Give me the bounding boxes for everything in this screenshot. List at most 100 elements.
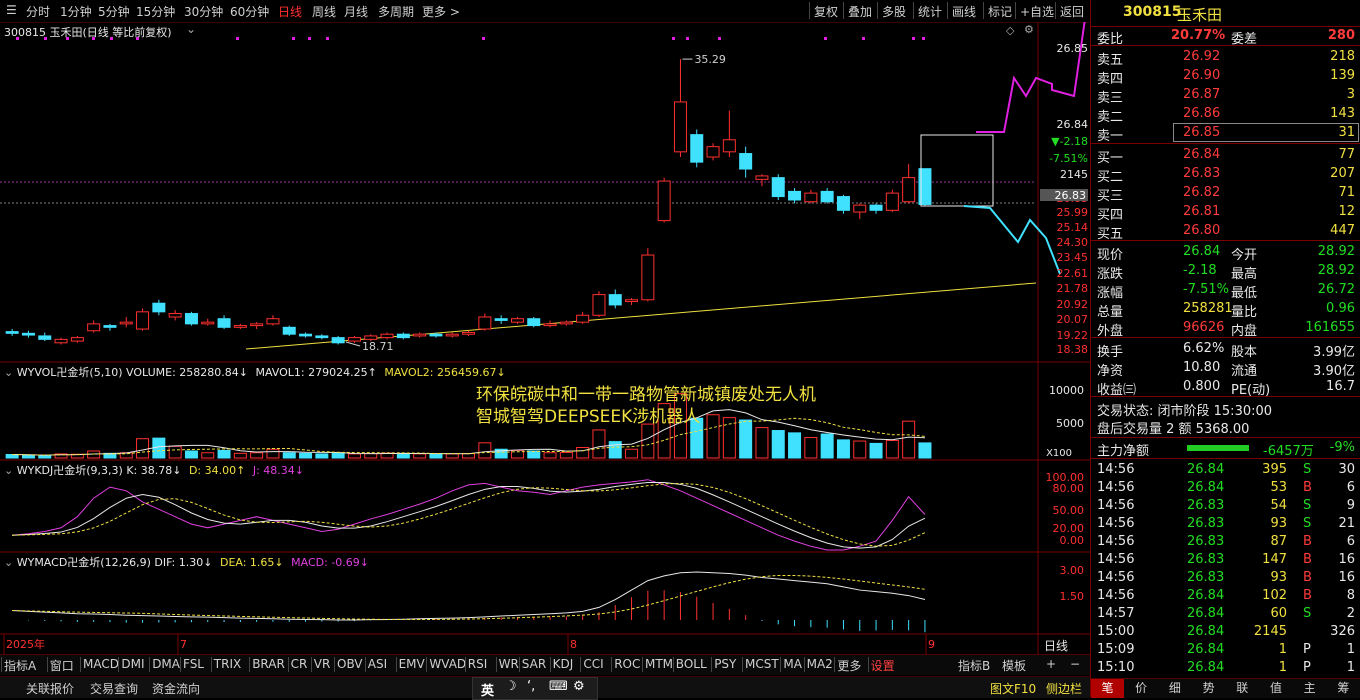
detail-tab[interactable]: 值 (1260, 679, 1293, 698)
candle[interactable] (299, 332, 313, 338)
indicator-tab[interactable]: SAR (522, 657, 546, 675)
candle[interactable] (902, 163, 916, 204)
indicator-right-button[interactable]: − (1070, 657, 1080, 675)
fund-flow-button[interactable]: 资金流向 (152, 680, 200, 697)
period-tab[interactable]: 60分钟 (230, 3, 269, 20)
candle[interactable] (673, 59, 687, 157)
candle[interactable] (657, 177, 671, 223)
candle[interactable] (755, 174, 769, 187)
period-tab[interactable]: 更多 > (422, 3, 460, 20)
candle[interactable] (722, 110, 736, 157)
indicator-tab[interactable]: 窗口 (50, 657, 74, 675)
indicator-right-button[interactable]: 指标B (958, 657, 990, 675)
candle[interactable] (87, 320, 101, 333)
candle[interactable] (331, 335, 345, 345)
candle[interactable] (119, 316, 133, 328)
candle[interactable] (70, 335, 84, 343)
indicator-tab[interactable]: 更多 (837, 657, 861, 675)
candle[interactable] (168, 310, 182, 321)
candle[interactable] (413, 332, 427, 338)
candle[interactable] (136, 308, 150, 331)
candle[interactable] (282, 325, 296, 336)
candle[interactable] (641, 248, 655, 302)
toolbar-action-button[interactable]: 标记 (988, 3, 1012, 20)
candle[interactable] (625, 298, 639, 305)
period-tab[interactable]: 30分钟 (184, 3, 223, 20)
indicator-tab[interactable]: OBV (337, 657, 363, 675)
punctuation-icon[interactable]: ‘, (527, 679, 535, 694)
period-tab[interactable]: 日线 (278, 3, 302, 20)
candle[interactable] (445, 332, 459, 338)
indicator-tab[interactable]: KDJ (553, 657, 574, 675)
candle[interactable] (527, 316, 541, 328)
indicator-tab[interactable]: RSI (468, 657, 488, 675)
candle[interactable] (543, 320, 557, 328)
candle[interactable] (21, 330, 35, 338)
detail-tab[interactable]: 主 (1293, 679, 1326, 698)
candle[interactable] (250, 322, 264, 330)
candle[interactable] (380, 332, 394, 340)
indicator-tab[interactable]: EMV (399, 657, 425, 675)
candle[interactable] (315, 334, 329, 340)
indicator-tab[interactable]: FSL (183, 657, 204, 675)
candle[interactable] (820, 187, 834, 204)
candle[interactable] (836, 194, 850, 214)
sidebar-button[interactable]: 侧边栏 (1046, 680, 1082, 697)
indicator-tab[interactable]: DMI (121, 657, 144, 675)
candle[interactable] (396, 332, 410, 340)
indicator-tab[interactable]: ROC (614, 657, 640, 675)
indicator-tab[interactable]: WVAD (429, 657, 466, 675)
indicator-right-button[interactable]: 模板 (1002, 657, 1026, 675)
candle[interactable] (347, 335, 361, 343)
drawn-projection-up[interactable] (976, 22, 1086, 133)
toolbar-action-button[interactable]: 叠加 (848, 3, 872, 20)
keyboard-icon[interactable]: ⌨ (549, 679, 568, 694)
detail-tab[interactable]: 价 (1125, 679, 1158, 698)
candle[interactable] (690, 129, 704, 168)
toolbar-action-button[interactable]: 多股 (882, 3, 906, 20)
chevron-down-icon[interactable]: ⌄ (186, 22, 196, 36)
chevron-down-icon[interactable]: ⌄ (4, 556, 13, 569)
candle[interactable] (462, 330, 476, 336)
toolbar-action-button[interactable]: +自选 (1020, 3, 1054, 20)
indicator-tab[interactable]: CR (291, 657, 308, 675)
period-tab[interactable]: 分时 (26, 3, 50, 20)
f10-button[interactable]: 图文F10 (990, 680, 1036, 697)
drawn-projection-down[interactable] (963, 205, 1061, 275)
settings-gear-icon[interactable]: ⚙ (1024, 23, 1034, 36)
candle[interactable] (885, 189, 899, 213)
indicator-tab[interactable]: PSY (714, 657, 736, 675)
indicator-tab[interactable]: MA2 (807, 657, 833, 675)
detail-tab[interactable]: 细 (1158, 679, 1191, 698)
period-tab[interactable]: 周线 (312, 3, 336, 20)
candle[interactable] (152, 299, 166, 316)
candle[interactable] (788, 187, 802, 204)
indicator-tab[interactable]: WR (499, 657, 519, 675)
detail-tab[interactable]: 笔 (1091, 679, 1124, 698)
candle[interactable] (478, 313, 492, 331)
candle[interactable] (184, 311, 198, 326)
indicator-tab[interactable]: BOLL (676, 657, 707, 675)
indicator-tab[interactable]: DMA (152, 657, 180, 675)
period-tab[interactable]: 15分钟 (136, 3, 175, 20)
selection-box[interactable] (920, 134, 994, 207)
diamond-icon[interactable]: ◇ (1006, 24, 1014, 37)
candle[interactable] (608, 289, 622, 309)
toolbar-action-button[interactable]: 返回 (1060, 3, 1084, 20)
candle[interactable] (853, 203, 867, 219)
chevron-down-icon[interactable]: ⌄ (4, 366, 13, 379)
candle[interactable] (771, 174, 785, 200)
detail-tab[interactable]: 筹 (1327, 679, 1360, 698)
indicator-tab[interactable]: VR (314, 657, 331, 675)
indicator-tab[interactable]: MA (783, 657, 802, 675)
indicator-tab[interactable]: TRIX (214, 657, 241, 675)
link-quote-button[interactable]: 关联报价 (26, 680, 74, 697)
candle[interactable] (706, 143, 720, 161)
candle[interactable] (233, 323, 247, 330)
indicator-tab[interactable]: 指标A (4, 657, 36, 675)
candle[interactable] (103, 323, 117, 331)
toolbar-action-button[interactable]: 画线 (952, 3, 976, 20)
period-tab[interactable]: 1分钟 (60, 3, 92, 20)
period-tab[interactable]: 5分钟 (98, 3, 130, 20)
period-tab[interactable]: 月线 (344, 3, 368, 20)
